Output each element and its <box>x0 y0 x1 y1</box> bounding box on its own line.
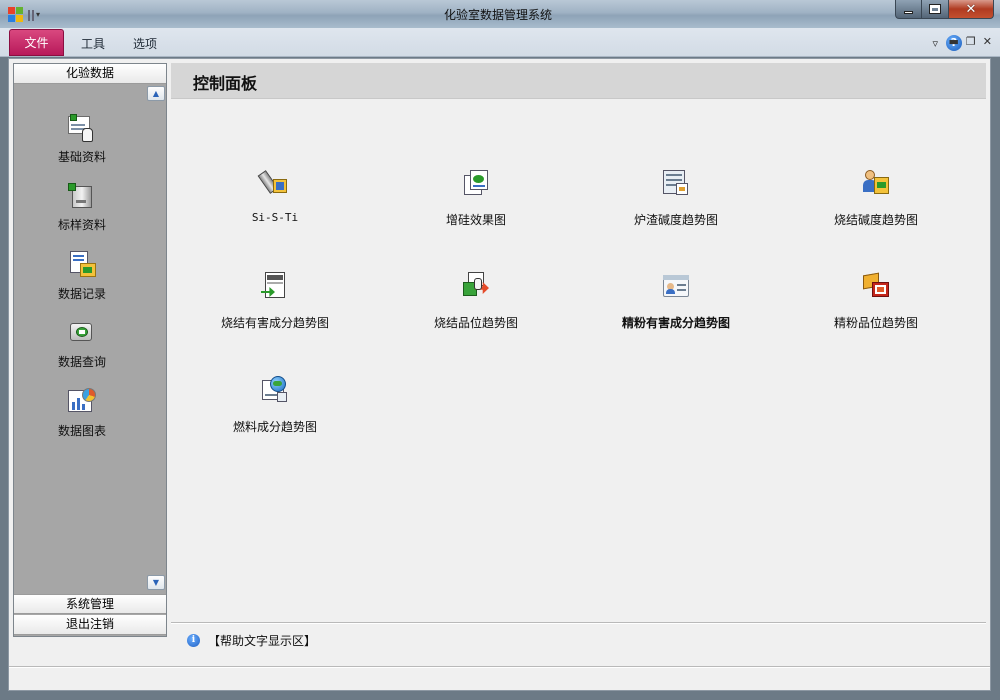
minimize-button[interactable] <box>895 0 922 19</box>
panel-item-si-s-ti[interactable]: Si-S-Ti <box>185 167 365 224</box>
sidebar-item-standard-sample[interactable]: 标样资料 <box>14 180 150 233</box>
nav-group-logout[interactable]: 退出注销 <box>14 615 166 635</box>
concentrate-harmful-icon <box>660 270 692 302</box>
sinter-harmful-icon <box>259 270 291 302</box>
tab-options[interactable]: 选项 <box>133 35 157 52</box>
sidebar-item-data-query[interactable]: 数据查询 <box>14 317 150 370</box>
sidebar-item-data-record[interactable]: 数据记录 <box>14 249 150 302</box>
panel-item-slag-basicity[interactable]: 炉渣碱度趋势图 <box>586 167 766 228</box>
fuel-composition-icon <box>259 374 291 406</box>
nav-group-system[interactable]: 系统管理 <box>14 594 166 614</box>
panel-item-label: 精粉有害成分趋势图 <box>621 316 730 330</box>
help-divider <box>171 622 986 624</box>
status-bar-divider <box>9 666 990 668</box>
sidebar-item-label: 数据记录 <box>57 287 106 301</box>
panel-item-label: 炉渣碱度趋势图 <box>633 213 718 227</box>
help-text: 【帮助文字显示区】 <box>208 634 317 648</box>
help-area: i 【帮助文字显示区】 <box>187 632 316 649</box>
scroll-up-button[interactable]: ▲ <box>147 86 165 101</box>
tab-file[interactable]: 文件 <box>9 29 64 56</box>
close-icon: ✕ <box>965 1 977 17</box>
nav-group-header[interactable]: 化验数据 <box>14 64 166 84</box>
mdi-controls: ▬ ❐ ✕ <box>949 35 993 48</box>
mdi-close-icon[interactable]: ✕ <box>983 35 992 48</box>
data-chart-icon <box>66 386 98 418</box>
sinter-basicity-icon <box>860 167 892 199</box>
panel-header: 控制面板 <box>171 63 986 99</box>
sidebar-item-label: 数据图表 <box>57 424 106 438</box>
client-area: 化验数据 ▲ 基础资料 标样资料 数据记录 数据查询 数据图表 ▼ 系统管理 退… <box>8 58 991 691</box>
close-button[interactable]: ✕ <box>949 0 994 19</box>
panel-item-sinter-grade[interactable]: 烧结品位趋势图 <box>386 270 566 331</box>
info-icon: i <box>187 634 200 647</box>
si-s-ti-icon <box>257 167 291 199</box>
panel-item-label: 烧结碱度趋势图 <box>833 213 918 227</box>
sidebar-item-basic-data[interactable]: 基础资料 <box>14 112 150 165</box>
sidebar-item-label: 数据查询 <box>57 355 106 369</box>
standard-sample-icon <box>66 180 98 212</box>
panel-item-silicon-effect[interactable]: 增硅效果图 <box>386 167 566 228</box>
panel-item-concentrate-grade[interactable]: 精粉品位趋势图 <box>786 270 966 331</box>
panel-item-label: Si-S-Ti <box>251 211 299 224</box>
mdi-restore-icon[interactable]: ❐ <box>966 35 976 48</box>
navigation-sidebar: 化验数据 ▲ 基础资料 标样资料 数据记录 数据查询 数据图表 ▼ 系统管理 退… <box>13 63 167 637</box>
panel-item-label: 精粉品位趋势图 <box>833 316 918 330</box>
maximize-icon <box>929 4 941 14</box>
panel-item-sinter-basicity[interactable]: 烧结碱度趋势图 <box>786 167 966 228</box>
minimize-icon <box>904 10 913 14</box>
title-bar: ▾ 化验室数据管理系统 ✕ <box>0 0 1000 28</box>
maximize-button[interactable] <box>922 0 949 19</box>
scroll-down-button[interactable]: ▼ <box>147 575 165 590</box>
panel-item-label: 烧结品位趋势图 <box>433 316 518 330</box>
mdi-minimize-icon[interactable]: ▬ <box>949 35 959 48</box>
page-title: 控制面板 <box>193 74 258 93</box>
sidebar-item-data-chart[interactable]: 数据图表 <box>14 386 150 439</box>
slag-basicity-icon <box>660 167 692 199</box>
panel-item-label: 燃料成分趋势图 <box>232 420 317 434</box>
ribbon-bar: 文件 工具 选项 ▿ ? ▬ ❐ ✕ <box>0 28 1000 57</box>
panel-item-label: 增硅效果图 <box>445 213 506 227</box>
panel-item-concentrate-harmful[interactable]: 精粉有害成分趋势图 <box>586 270 766 331</box>
sinter-grade-icon <box>460 270 492 302</box>
tab-tools[interactable]: 工具 <box>81 35 105 52</box>
window-controls: ✕ <box>895 0 994 19</box>
data-query-icon <box>66 317 98 349</box>
panel-item-label: 烧结有害成分趋势图 <box>220 316 329 330</box>
silicon-effect-icon <box>460 167 492 199</box>
sidebar-item-label: 标样资料 <box>57 218 106 232</box>
concentrate-grade-icon <box>860 270 892 302</box>
sidebar-item-label: 基础资料 <box>57 150 106 164</box>
window-title: 化验室数据管理系统 <box>443 8 552 22</box>
panel-item-sinter-harmful[interactable]: 烧结有害成分趋势图 <box>185 270 365 331</box>
ribbon-collapse-icon[interactable]: ▿ <box>932 37 938 50</box>
basic-data-icon <box>66 112 98 144</box>
panel-item-fuel-composition[interactable]: 燃料成分趋势图 <box>185 374 365 435</box>
data-record-icon <box>66 249 98 281</box>
